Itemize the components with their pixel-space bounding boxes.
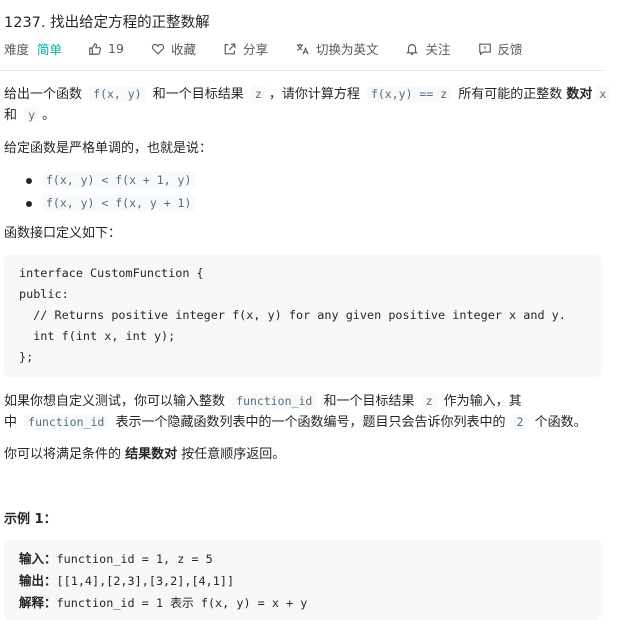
description-paragraph-4: 如果你想自定义测试，你可以输入整数 function_id 和一个目标结果 z …	[4, 393, 587, 430]
code-line: int f(int x, int y);	[19, 329, 176, 343]
inline-code: f(x,y) == z	[366, 86, 452, 102]
code-line: interface CustomFunction {	[19, 266, 204, 280]
list-item: f(x, y) < f(x + 1, y)	[24, 170, 198, 193]
code-line: public:	[19, 287, 69, 301]
like-button[interactable]: 19	[88, 41, 124, 56]
translate-icon	[296, 43, 309, 54]
follow-button[interactable]: 关注	[405, 39, 451, 58]
share-button[interactable]: 分享	[223, 39, 268, 58]
like-count: 19	[108, 41, 124, 56]
favorite-button[interactable]: 收藏	[151, 39, 196, 58]
share-icon	[224, 43, 236, 54]
inline-code: function_id	[232, 393, 317, 409]
example-output-line: 输出：[[1,4],[2,3],[3,2],[4,1]]	[19, 573, 235, 588]
inline-code: y	[24, 107, 40, 123]
share-label: 分享	[242, 42, 268, 57]
inline-code: 2	[512, 414, 528, 430]
inline-code: x	[595, 86, 611, 102]
bell-icon	[406, 43, 419, 55]
description-paragraph-1: 给出一个函数 f(x, y) 和一个目标结果 z ，请你计算方程 f(x,y) =…	[4, 84, 611, 126]
list-item: f(x, y) < f(x, y + 1)	[24, 193, 198, 216]
problem-meta-bar: 难度 简单 19 收藏 分享 切换为英文 关注 反馈	[4, 39, 612, 58]
description-paragraph-3: 函数接口定义如下：	[4, 226, 122, 241]
header-divider	[0, 70, 604, 71]
example-1-code-block: 输入：function_id = 1, z = 5 输出：[[1,4],[2,3]…	[4, 540, 602, 620]
code-line: // Returns positive integer f(x, y) for …	[19, 308, 566, 322]
difficulty-badge: 简单	[37, 42, 63, 57]
description-paragraph-5: 你可以将满足条件的 结果数对 按任意顺序返回。	[4, 447, 286, 462]
feedback-label: 反馈	[497, 42, 523, 57]
bold-term: 数对	[566, 87, 593, 102]
example-explanation-line: 解释：function_id = 1 表示 f(x, y) = x + y	[19, 595, 308, 610]
switch-language-button[interactable]: 切换为英文	[295, 39, 379, 58]
inline-code: z	[250, 86, 266, 102]
interface-code-block: interface CustomFunction { public: // Ret…	[4, 255, 602, 377]
example-input-line: 输入：function_id = 1, z = 5	[19, 551, 213, 566]
inline-code: z	[421, 393, 437, 409]
heart-icon	[151, 43, 165, 55]
favorite-label: 收藏	[170, 42, 196, 57]
feedback-button[interactable]: 反馈	[478, 39, 523, 58]
description-paragraph-2: 给定函数是严格单调的，也就是说：	[4, 141, 213, 156]
monotonic-bullet-list: f(x, y) < f(x + 1, y) f(x, y) < f(x, y +…	[24, 170, 198, 216]
inline-code: f(x, y)	[89, 86, 146, 102]
follow-label: 关注	[425, 42, 451, 57]
switch-language-label: 切换为英文	[315, 42, 379, 57]
thumbs-up-icon	[89, 42, 102, 55]
example-1-heading: 示例 1：	[4, 512, 57, 527]
feedback-icon	[478, 43, 491, 55]
problem-title: 1237. 找出给定方程的正整数解	[4, 15, 210, 31]
inline-code: function_id	[24, 414, 109, 430]
bold-term: 结果数对	[125, 447, 178, 462]
difficulty-label: 难度	[4, 42, 30, 57]
code-line: };	[19, 350, 34, 364]
